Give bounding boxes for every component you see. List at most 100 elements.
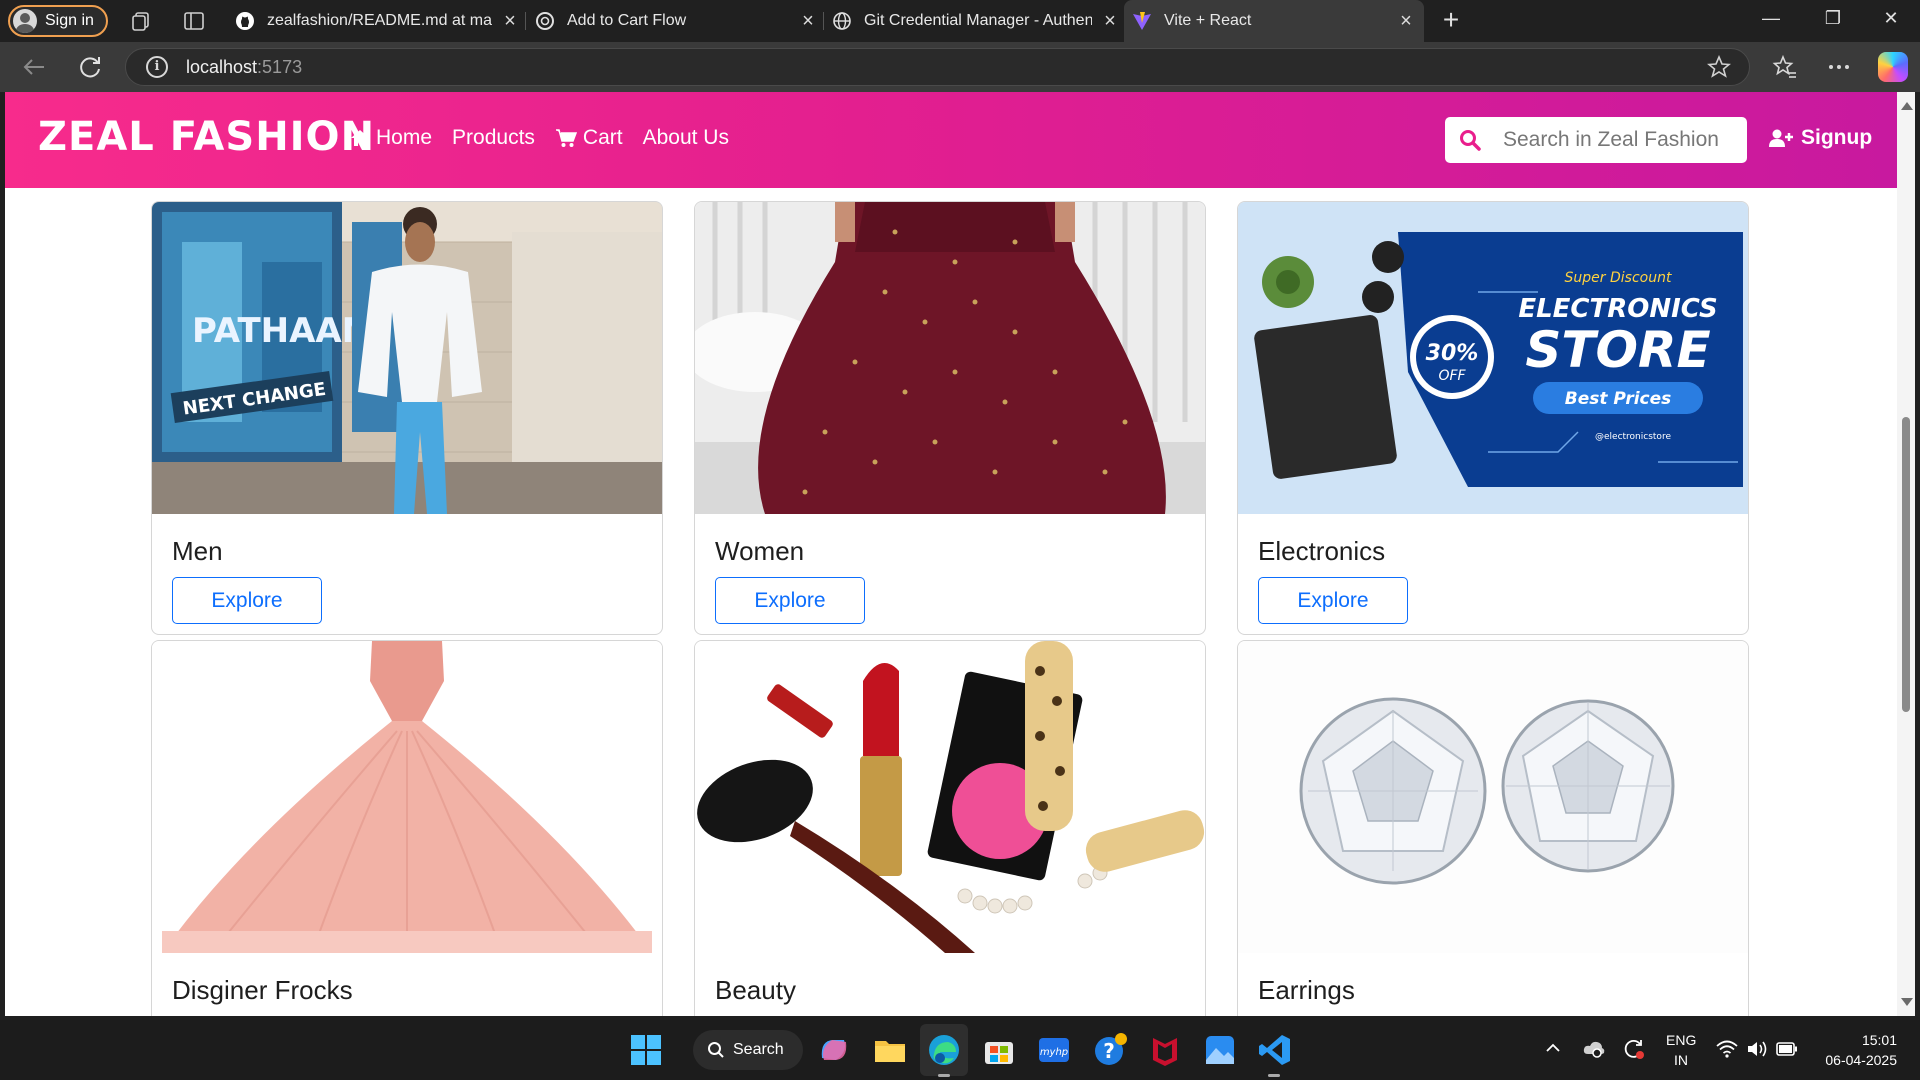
myhp-icon[interactable]: myhp (1036, 1032, 1072, 1068)
site-navbar: ZEAL FASHION Home Products Cart About Us… (5, 92, 1897, 188)
explore-button[interactable]: Explore (172, 577, 322, 624)
explore-button[interactable]: Explore (715, 577, 865, 624)
refresh-icon[interactable] (76, 53, 104, 81)
category-card-men: PATHAAN NEXT CHANGE Men Explore (151, 201, 663, 635)
banner-kicker: Super Discount (1565, 270, 1672, 286)
signin-label: Sign in (45, 12, 94, 29)
category-title: Men (172, 536, 223, 566)
category-title: Electronics (1258, 536, 1386, 566)
tab-add-to-cart-flow[interactable]: Add to Cart Flow × (533, 0, 818, 42)
category-title: Beauty (715, 975, 796, 1005)
minimize-button[interactable]: — (1756, 8, 1786, 34)
browser-tab-strip: Sign in zealfashion/README.md at main × … (0, 0, 1920, 42)
tab-vite-react[interactable]: Vite + React × (1124, 0, 1424, 42)
category-card-earrings: Earrings (1237, 640, 1749, 1016)
url-text: localhost:5173 (186, 56, 303, 77)
page-scrollbar[interactable] (1897, 92, 1915, 1016)
nav-products-link[interactable]: Products (452, 126, 535, 150)
user-plus-icon (1769, 129, 1793, 147)
mcafee-icon[interactable] (1147, 1032, 1183, 1068)
language-indicator[interactable]: ENG IN (1666, 1030, 1696, 1070)
new-tab-button[interactable]: + (1436, 6, 1466, 36)
address-bar[interactable]: i localhost:5173 (125, 48, 1750, 86)
more-options-icon[interactable] (1826, 54, 1852, 80)
page-viewport: ZEAL FASHION Home Products Cart About Us… (5, 92, 1897, 1016)
profile-avatar-icon (13, 9, 37, 33)
copilot-icon[interactable] (1878, 52, 1908, 82)
cloud-sync-icon[interactable] (1582, 1038, 1606, 1060)
category-card-women: Women Explore (694, 201, 1206, 635)
tab-git-credential-manager[interactable]: Git Credential Manager - Authent × (830, 0, 1120, 42)
search-input[interactable] (1503, 128, 1723, 152)
nav-home-link[interactable]: Home (350, 126, 432, 150)
taskbar-search[interactable]: Search (693, 1030, 803, 1070)
close-tab-icon[interactable]: × (1100, 10, 1120, 33)
banner-line2: STORE (1525, 321, 1710, 379)
nav-about-link[interactable]: About Us (643, 126, 729, 150)
wifi-icon[interactable] (1716, 1039, 1738, 1059)
scroll-up-arrow-icon[interactable] (1901, 102, 1913, 110)
edge-browser-icon[interactable] (926, 1032, 962, 1068)
cart-icon (555, 129, 577, 147)
women-image (695, 202, 1205, 514)
site-info-icon[interactable]: i (146, 56, 168, 78)
windows-start-icon[interactable] (628, 1032, 664, 1068)
vertical-tabs-icon[interactable] (183, 10, 205, 32)
chevron-up-icon[interactable] (1545, 1040, 1561, 1056)
tab-title: Git Credential Manager - Authent (864, 12, 1092, 29)
site-search-box[interactable] (1445, 117, 1747, 163)
profile-signin-button[interactable]: Sign in (8, 5, 108, 37)
update-icon[interactable] (1622, 1038, 1646, 1060)
vscode-icon[interactable] (1257, 1032, 1293, 1068)
workspaces-icon[interactable] (130, 10, 152, 32)
category-card-designer-frocks: Disginer Frocks (151, 640, 663, 1016)
openai-icon (536, 12, 554, 30)
scrollbar-thumb[interactable] (1902, 417, 1910, 712)
system-clock[interactable]: 15:01 06-04-2025 (1812, 1030, 1897, 1070)
close-tab-icon[interactable]: × (798, 10, 818, 33)
signup-link[interactable]: Signup (1769, 126, 1872, 150)
search-icon (708, 1042, 724, 1058)
tab-github-readme[interactable]: zealfashion/README.md at main × (230, 0, 520, 42)
back-arrow-icon[interactable] (20, 53, 48, 81)
battery-icon[interactable] (1776, 1040, 1798, 1058)
banner-line1: ELECTRONICS (1518, 294, 1717, 324)
close-tab-icon[interactable]: × (500, 10, 520, 33)
volume-icon[interactable] (1746, 1039, 1768, 1059)
favorite-star-icon[interactable] (1707, 55, 1731, 79)
svg-text:myhp: myhp (1040, 1047, 1068, 1058)
windows-taskbar: Search myhp ? ENG IN 15:01 06-04-2025 (0, 1020, 1920, 1080)
category-card-beauty: Beauty (694, 640, 1206, 1016)
file-explorer-icon[interactable] (872, 1032, 908, 1068)
scroll-down-arrow-icon[interactable] (1901, 998, 1913, 1006)
restore-button[interactable]: ❐ (1818, 8, 1848, 34)
site-brand-logo[interactable]: ZEAL FASHION (38, 114, 375, 160)
nav-cart-link[interactable]: Cart (555, 126, 623, 150)
github-icon (236, 12, 254, 30)
men-image: PATHAAN NEXT CHANGE (152, 202, 662, 514)
get-help-icon[interactable]: ? (1092, 1032, 1128, 1068)
category-title: Disginer Frocks (172, 975, 353, 1005)
search-icon (1460, 130, 1481, 151)
close-window-button[interactable]: ✕ (1876, 8, 1906, 34)
banner-handle: @electronicstore (1595, 432, 1671, 442)
category-title: Earrings (1258, 975, 1355, 1005)
favorites-icon[interactable] (1772, 54, 1798, 80)
discount-text: 30% (1426, 341, 1479, 366)
banner-pill: Best Prices (1565, 389, 1672, 409)
beauty-image (695, 641, 1205, 953)
photos-icon[interactable] (1202, 1032, 1238, 1068)
close-tab-icon[interactable]: × (1396, 10, 1416, 33)
copilot-app-icon[interactable] (816, 1032, 852, 1068)
globe-icon (833, 12, 851, 30)
category-card-electronics: 30% OFF Super Discount ELECTRONICS STORE… (1237, 201, 1749, 635)
browser-toolbar: i localhost:5173 (0, 42, 1920, 92)
microsoft-store-icon[interactable] (981, 1032, 1017, 1068)
home-icon (351, 130, 369, 146)
earrings-image (1238, 641, 1748, 953)
discount-sub-text: OFF (1438, 368, 1466, 384)
tab-title: Add to Cart Flow (567, 12, 687, 29)
explore-button[interactable]: Explore (1258, 577, 1408, 624)
category-title: Women (715, 536, 805, 566)
nav-links: Home Products Cart About Us (350, 126, 749, 150)
